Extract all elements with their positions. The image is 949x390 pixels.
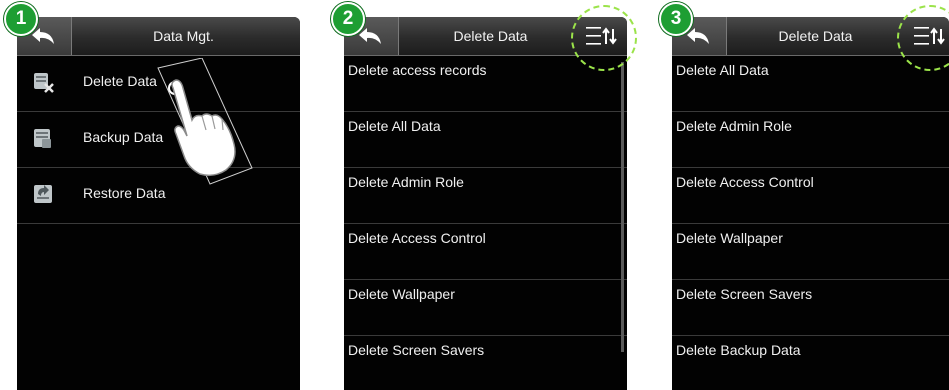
step-badge-1: 1 bbox=[4, 2, 38, 36]
list-item-label: Delete Screen Savers bbox=[348, 342, 485, 358]
list-item[interactable]: Delete Wallpaper bbox=[344, 280, 627, 336]
backup-data-icon bbox=[34, 129, 51, 148]
list-item[interactable]: Delete Admin Role bbox=[672, 112, 949, 168]
list-item-label: Delete Screen Savers bbox=[676, 286, 813, 302]
list-item-label: Delete Access Control bbox=[348, 230, 486, 246]
tap-hand-icon bbox=[157, 58, 253, 185]
list-item-label: Delete Admin Role bbox=[348, 174, 464, 190]
sort-button-highlight bbox=[571, 5, 637, 71]
step-badge-2: 2 bbox=[331, 2, 365, 36]
list-item-label: Delete Admin Role bbox=[676, 118, 792, 134]
scrollbar[interactable] bbox=[621, 62, 624, 352]
list-item-label: Delete Wallpaper bbox=[348, 286, 455, 302]
list-item-label: Delete access records bbox=[348, 62, 487, 78]
title-bar: Data Mgt. bbox=[17, 17, 300, 56]
page-title: Delete Data bbox=[453, 28, 528, 44]
list-item-label: Delete Access Control bbox=[676, 174, 814, 190]
list-item[interactable]: Delete Backup Data bbox=[672, 336, 949, 390]
list-item[interactable]: Delete Admin Role bbox=[344, 168, 627, 224]
list-item[interactable]: Delete Wallpaper bbox=[672, 224, 949, 280]
page-title: Delete Data bbox=[778, 28, 853, 44]
step-badge-3: 3 bbox=[659, 2, 693, 36]
list-item[interactable]: Delete All Data bbox=[344, 112, 627, 168]
delete-data-screen: Delete Data Delete access records Delete… bbox=[344, 17, 627, 390]
delete-data-screen-scrolled: Delete Data Delete All Data Delete Admin… bbox=[672, 17, 949, 390]
list-item-label: Delete Wallpaper bbox=[676, 230, 783, 246]
list-item-label: Delete All Data bbox=[348, 118, 441, 134]
list-item[interactable]: Delete Screen Savers bbox=[344, 336, 627, 390]
list-item[interactable]: Delete Access Control bbox=[672, 168, 949, 224]
restore-data-icon bbox=[34, 185, 52, 203]
list-item-label: Delete Backup Data bbox=[676, 342, 801, 358]
delete-data-icon bbox=[34, 73, 54, 93]
list-item[interactable]: Delete Screen Savers bbox=[672, 280, 949, 336]
list-item[interactable]: Delete All Data bbox=[672, 56, 949, 112]
list-item[interactable]: Delete Access Control bbox=[344, 224, 627, 280]
list-item-label: Delete All Data bbox=[676, 62, 769, 78]
page-title: Data Mgt. bbox=[153, 28, 214, 44]
